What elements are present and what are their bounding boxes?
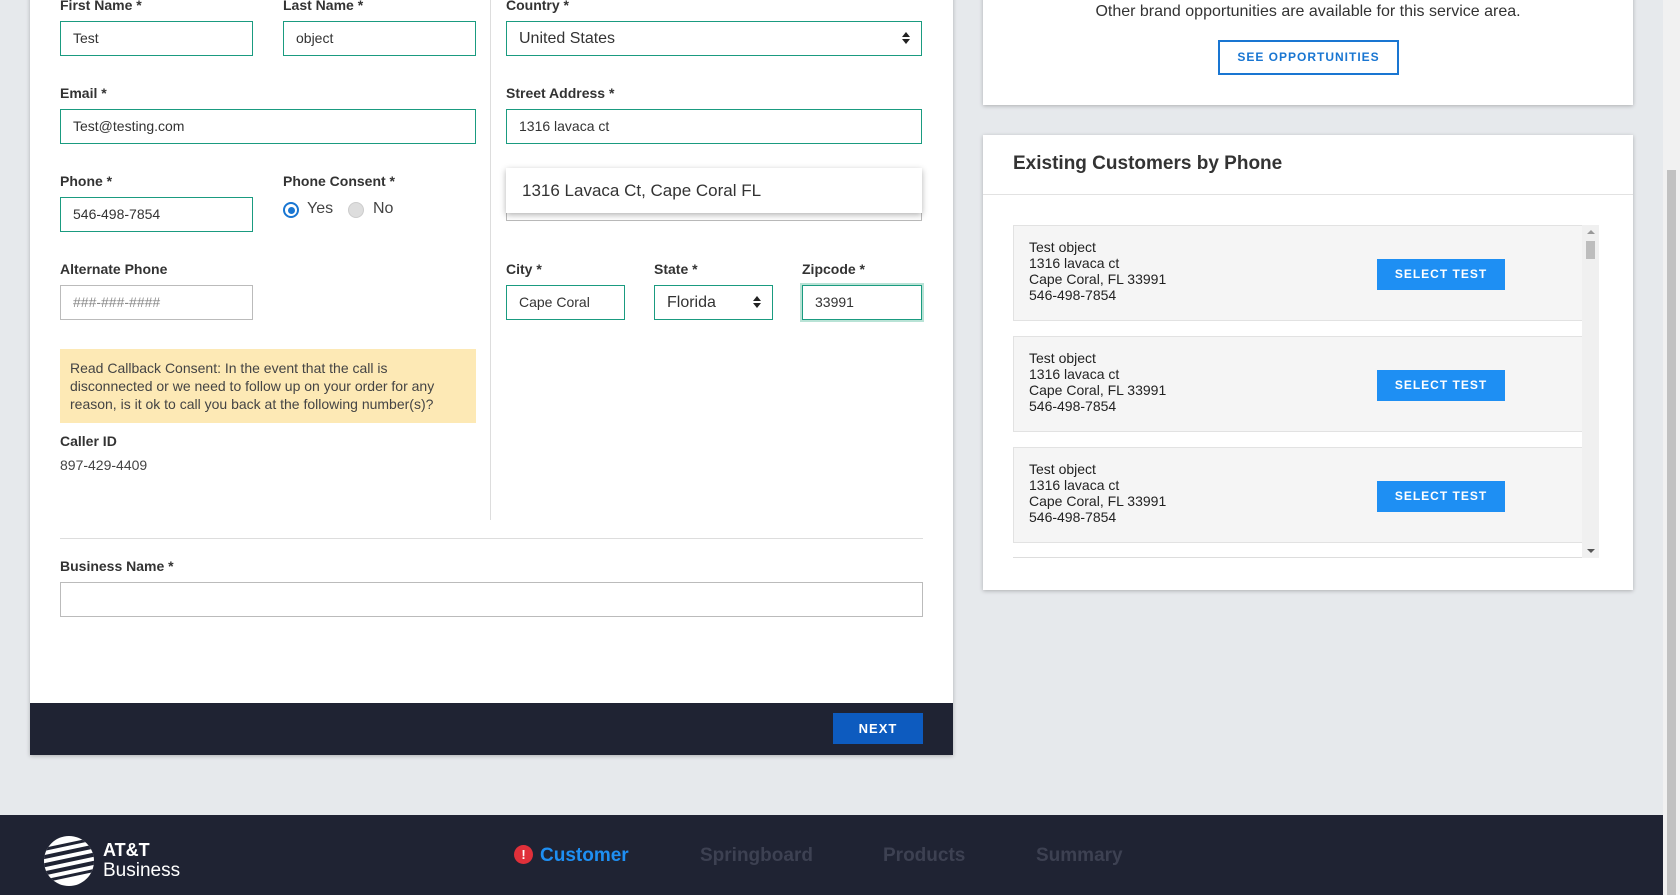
customer-name: Test object [1029, 239, 1096, 255]
email-label: Email * [60, 85, 107, 101]
scroll-thumb[interactable] [1586, 241, 1595, 259]
last-name-label: Last Name * [283, 0, 364, 13]
section-divider [60, 538, 923, 539]
customer-list-item: Test object 1316 lavaca ct Cape Coral, F… [1013, 225, 1584, 321]
first-name-label: First Name * [60, 0, 142, 13]
select-customer-button[interactable]: SELECT TEST [1377, 370, 1505, 401]
phone-label: Phone * [60, 173, 113, 189]
consent-yes-label: Yes [307, 200, 334, 217]
alert-icon: ! [514, 845, 533, 864]
state-select[interactable]: Florida [654, 285, 773, 320]
bottom-navigation-bar: AT&T Business ! Customer Springboard Pro… [0, 815, 1663, 895]
title-divider [983, 194, 1633, 195]
email-input[interactable]: Test@testing.com [60, 109, 476, 144]
customer-list-item: Test object 1316 lavaca ct Cape Coral, F… [1013, 336, 1584, 432]
customer-list[interactable]: Test object 1316 lavaca ct Cape Coral, F… [1013, 225, 1586, 558]
opportunities-text: Other brand opportunities are available … [1095, 3, 1521, 20]
consent-no-label: No [373, 200, 394, 217]
customer-phone: 546-498-7854 [1029, 509, 1117, 525]
city-input[interactable]: Cape Coral [506, 285, 625, 320]
alternate-phone-label: Alternate Phone [60, 261, 168, 277]
street-address-label: Street Address * [506, 85, 615, 101]
customer-name: Test object [1029, 461, 1096, 477]
business-name-label: Business Name * [60, 558, 174, 574]
customer-street: 1316 lavaca ct [1029, 366, 1120, 382]
customer-city: Cape Coral, FL 33991 [1029, 271, 1167, 287]
zipcode-label: Zipcode * [802, 261, 866, 277]
country-select[interactable]: United States [506, 21, 922, 56]
step-products[interactable]: Products [883, 845, 965, 867]
customer-details: Test object 1316 lavaca ct Cape Coral, F… [1029, 461, 1166, 525]
zipcode-input[interactable]: 33991 [802, 285, 922, 320]
select-arrows-icon [901, 30, 911, 46]
customer-list-scrollbar[interactable] [1582, 225, 1599, 558]
consent-yes-radio[interactable] [283, 202, 299, 218]
next-button[interactable]: NEXT [833, 713, 923, 744]
customer-details: Test object 1316 lavaca ct Cape Coral, F… [1029, 350, 1166, 414]
column-divider [490, 0, 491, 520]
street-address-input[interactable]: 1316 lavaca ct [506, 109, 922, 144]
page-scrollbar[interactable] [1663, 0, 1680, 895]
att-globe-icon [44, 836, 94, 886]
logo-brand-text: AT&T [103, 840, 150, 860]
customer-city: Cape Coral, FL 33991 [1029, 382, 1167, 398]
country-select-value: United States [519, 30, 616, 47]
city-label: City * [506, 261, 542, 277]
scroll-down-icon[interactable] [1587, 549, 1595, 553]
customer-list-item: Test object 1316 lavaca ct Cape Coral, F… [1013, 447, 1584, 543]
customer-phone: 546-498-7854 [1029, 398, 1117, 414]
logo-subtitle-text: Business [103, 860, 181, 881]
caller-id-label: Caller ID [60, 433, 117, 449]
select-customer-button[interactable]: SELECT TEST [1377, 259, 1505, 290]
alternate-phone-input[interactable]: ###-###-#### [60, 285, 253, 320]
page-scroll-thumb[interactable] [1667, 170, 1676, 895]
state-label: State * [654, 261, 698, 277]
scroll-up-icon[interactable] [1587, 230, 1595, 234]
customer-details: Test object 1316 lavaca ct Cape Coral, F… [1029, 239, 1166, 303]
phone-consent-label: Phone Consent * [283, 173, 396, 189]
country-label: Country * [506, 0, 569, 13]
existing-customers-card: Existing Customers by Phone Test object … [983, 135, 1633, 590]
step-customer[interactable]: Customer [540, 845, 629, 867]
customer-form-card: First Name * Test Last Name * object Cou… [30, 0, 953, 755]
see-opportunities-button[interactable]: SEE OPPORTUNITIES [1218, 40, 1399, 75]
existing-customers-title: Existing Customers by Phone [1013, 153, 1283, 174]
business-name-input[interactable] [60, 582, 923, 617]
step-summary[interactable]: Summary [1036, 845, 1123, 867]
customer-city: Cape Coral, FL 33991 [1029, 493, 1167, 509]
first-name-input[interactable]: Test [60, 21, 253, 56]
address-autocomplete-suggestion[interactable]: 1316 Lavaca Ct, Cape Coral FL [506, 168, 922, 213]
select-arrows-icon [752, 294, 762, 310]
caller-id-value: 897-429-4409 [60, 457, 148, 473]
form-footer: NEXT [30, 703, 953, 755]
select-customer-button[interactable]: SELECT TEST [1377, 481, 1505, 512]
phone-input[interactable]: 546-498-7854 [60, 197, 253, 232]
customer-name: Test object [1029, 350, 1096, 366]
opportunities-card: Other brand opportunities are available … [983, 0, 1633, 105]
state-select-value: Florida [667, 294, 716, 311]
customer-street: 1316 lavaca ct [1029, 477, 1120, 493]
last-name-input[interactable]: object [283, 21, 476, 56]
consent-no-radio[interactable] [348, 202, 364, 218]
customer-phone: 546-498-7854 [1029, 287, 1117, 303]
callback-consent-notice: Read Callback Consent: In the event that… [60, 349, 476, 423]
step-springboard[interactable]: Springboard [700, 845, 813, 867]
customer-street: 1316 lavaca ct [1029, 255, 1120, 271]
